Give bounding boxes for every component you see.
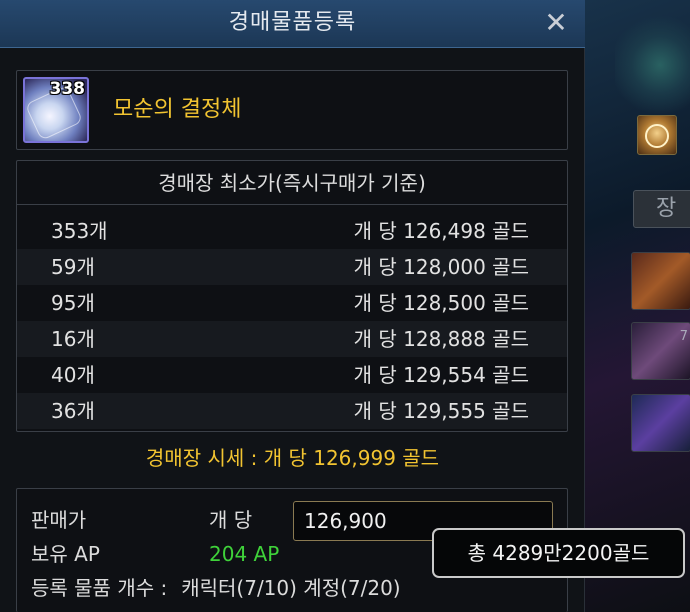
table-row[interactable]: 353개 개 당 126,498 골드	[17, 213, 567, 249]
per-unit-label: 개 당	[209, 508, 253, 532]
background-glow	[615, 10, 690, 120]
row-price: 개 당 128,888 골드	[353, 327, 529, 351]
ap-value: 204 AP	[209, 542, 280, 566]
row-count: 36개	[51, 399, 95, 423]
price-table-header: 경매장 최소가(즉시구매가 기준)	[17, 161, 567, 205]
table-row[interactable]: 95개 개 당 128,500 골드	[17, 285, 567, 321]
background-item-thumb[interactable]	[631, 252, 690, 310]
dialog-title: 경매물품등록	[228, 10, 357, 35]
table-row[interactable]: 16개 개 당 128,888 골드	[17, 321, 567, 357]
table-row[interactable]: 40개 개 당 129,554 골드	[17, 357, 567, 393]
lowest-price-table: 경매장 최소가(즉시구매가 기준) 353개 개 당 126,498 골드 59…	[16, 160, 568, 432]
row-count: 95개	[51, 291, 95, 315]
background-scene: 장 7	[585, 0, 690, 612]
crystal-item-icon[interactable]: 338	[23, 77, 89, 143]
register-count: 등록 물품 개수 : 캐릭터(7/10) 계정(7/20)	[31, 573, 401, 603]
background-item-thumb[interactable]: 7	[631, 322, 690, 380]
row-price: 개 당 129,554 골드	[353, 363, 529, 387]
background-tab[interactable]: 장	[633, 190, 690, 228]
row-count: 59개	[51, 255, 95, 279]
table-row[interactable]: 36개 개 당 129,555 골드	[17, 393, 567, 429]
item-info: 338 모순의 결정체	[16, 70, 568, 150]
row-price: 개 당 129,555 골드	[353, 399, 529, 423]
row-count: 40개	[51, 363, 95, 387]
register-count-value: 캐릭터(7/10) 계정(7/20)	[181, 576, 401, 600]
table-row[interactable]: 59개 개 당 128,000 골드	[17, 249, 567, 285]
auction-register-dialog: 경매물품등록 ✕ 338 모순의 결정체 경매장 최소가(즉시구매가 기준) 3…	[0, 0, 585, 612]
row-price: 개 당 128,000 골드	[353, 255, 529, 279]
market-price-text: 경매장 시세 : 개 당 126,999 골드	[145, 446, 440, 470]
dialog-titlebar[interactable]: 경매물품등록 ✕	[0, 0, 585, 48]
row-count: 353개	[51, 219, 108, 243]
close-icon[interactable]: ✕	[540, 8, 572, 40]
background-thumb-count: 7	[679, 329, 688, 344]
row-count: 16개	[51, 327, 95, 351]
item-name: 모순의 결정체	[113, 97, 242, 122]
inventory-slot-icon[interactable]	[637, 115, 677, 155]
register-count-label: 등록 물품 개수 :	[31, 576, 168, 600]
row-price: 개 당 126,498 골드	[353, 219, 529, 243]
background-item-thumb[interactable]	[631, 394, 690, 452]
ap-label: 보유 AP	[31, 542, 100, 566]
row-price: 개 당 128,500 골드	[353, 291, 529, 315]
sell-price-label: 판매가	[31, 508, 87, 532]
total-price-tooltip: 총 4289만2200골드	[432, 528, 685, 578]
item-stack-count: 338	[49, 79, 86, 99]
